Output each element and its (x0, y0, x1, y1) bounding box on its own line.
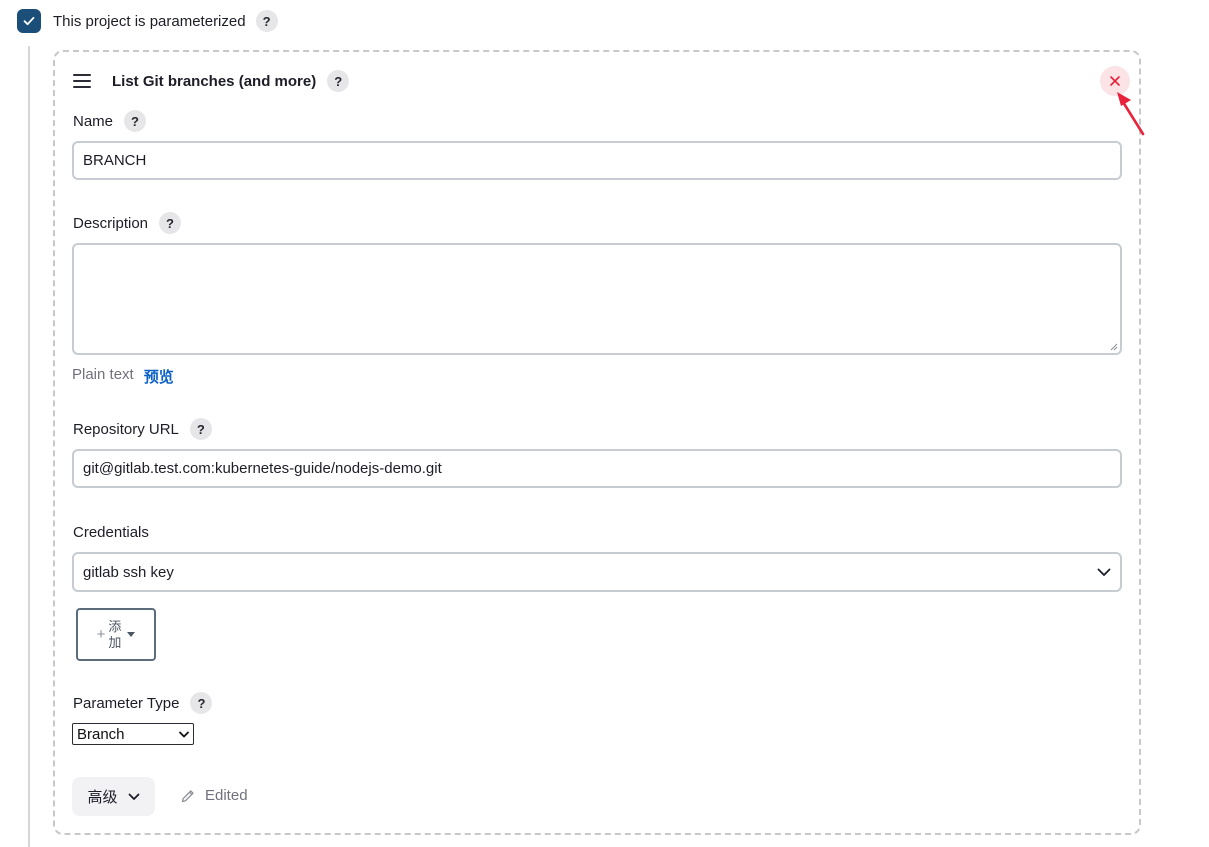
plus-icon: + (96, 626, 106, 643)
resize-handle-icon[interactable] (1109, 342, 1118, 351)
parameter-type-selected-value: Branch (77, 725, 125, 743)
repository-url-help-button[interactable]: ? (189, 418, 212, 440)
advanced-button[interactable]: 高级 (72, 777, 155, 816)
repository-url-input[interactable]: git@gitlab.test.com:kubernetes-guide/nod… (72, 449, 1122, 488)
parameterized-checkbox[interactable] (17, 9, 41, 33)
parameter-type-label: Parameter Type (73, 694, 180, 712)
name-help-button[interactable]: ? (124, 110, 147, 132)
chevron-down-icon (1097, 568, 1111, 576)
pencil-icon (181, 789, 194, 802)
credentials-label: Credentials (73, 523, 149, 541)
repository-url-label-row: Repository URL ? (73, 417, 212, 441)
add-credentials-label: 添 加 (108, 619, 121, 651)
name-label-row: Name ? (73, 109, 147, 133)
description-format-row: Plain text 预览 (72, 366, 174, 387)
parameterized-row: This project is parameterized ? (17, 8, 278, 34)
chevron-down-icon (128, 793, 139, 800)
preview-link[interactable]: 预览 (144, 366, 174, 387)
credentials-selected-value: gitlab ssh key (83, 563, 174, 581)
description-label: Description (73, 214, 149, 232)
card-header: List Git branches (and more) ? (73, 69, 350, 93)
parameterized-help-button[interactable]: ? (255, 10, 278, 32)
card-title: List Git branches (and more) (112, 72, 317, 90)
credentials-select[interactable]: gitlab ssh key (72, 552, 1122, 592)
parameter-type-label-row: Parameter Type ? (73, 691, 213, 715)
add-label-line-1: 添 (108, 618, 122, 634)
add-credentials-button[interactable]: + 添 加 (76, 608, 156, 661)
name-label: Name (73, 112, 114, 130)
repository-url-label: Repository URL (73, 420, 179, 438)
description-textarea[interactable] (72, 243, 1122, 355)
parameter-type-help-button[interactable]: ? (190, 692, 213, 714)
name-input-value: BRANCH (83, 152, 147, 169)
edited-indicator: Edited (180, 787, 248, 804)
parameterized-label: This project is parameterized (53, 12, 246, 30)
check-icon (23, 16, 35, 26)
parameter-type-select[interactable]: Branch (72, 723, 194, 745)
annotation-arrow (1117, 92, 1145, 136)
name-input[interactable]: BRANCH (72, 141, 1122, 180)
caret-down-icon (127, 632, 136, 637)
menu-icon[interactable] (73, 74, 91, 88)
edited-label: Edited (205, 787, 248, 804)
page: This project is parameterized ? List Git… (0, 0, 1209, 847)
credentials-label-row: Credentials (73, 520, 149, 544)
plain-text-label: Plain text (72, 366, 134, 383)
parameter-card: List Git branches (and more) ? Name ? BR… (53, 50, 1145, 835)
repository-url-value: git@gitlab.test.com:kubernetes-guide/nod… (83, 460, 442, 477)
section-divider-line (28, 46, 30, 847)
description-label-row: Description ? (73, 211, 182, 235)
advanced-label: 高级 (87, 789, 118, 806)
add-label-line-2: 加 (108, 634, 122, 650)
card-help-button[interactable]: ? (327, 70, 350, 92)
chevron-down-icon (179, 731, 189, 737)
description-help-button[interactable]: ? (159, 212, 182, 234)
